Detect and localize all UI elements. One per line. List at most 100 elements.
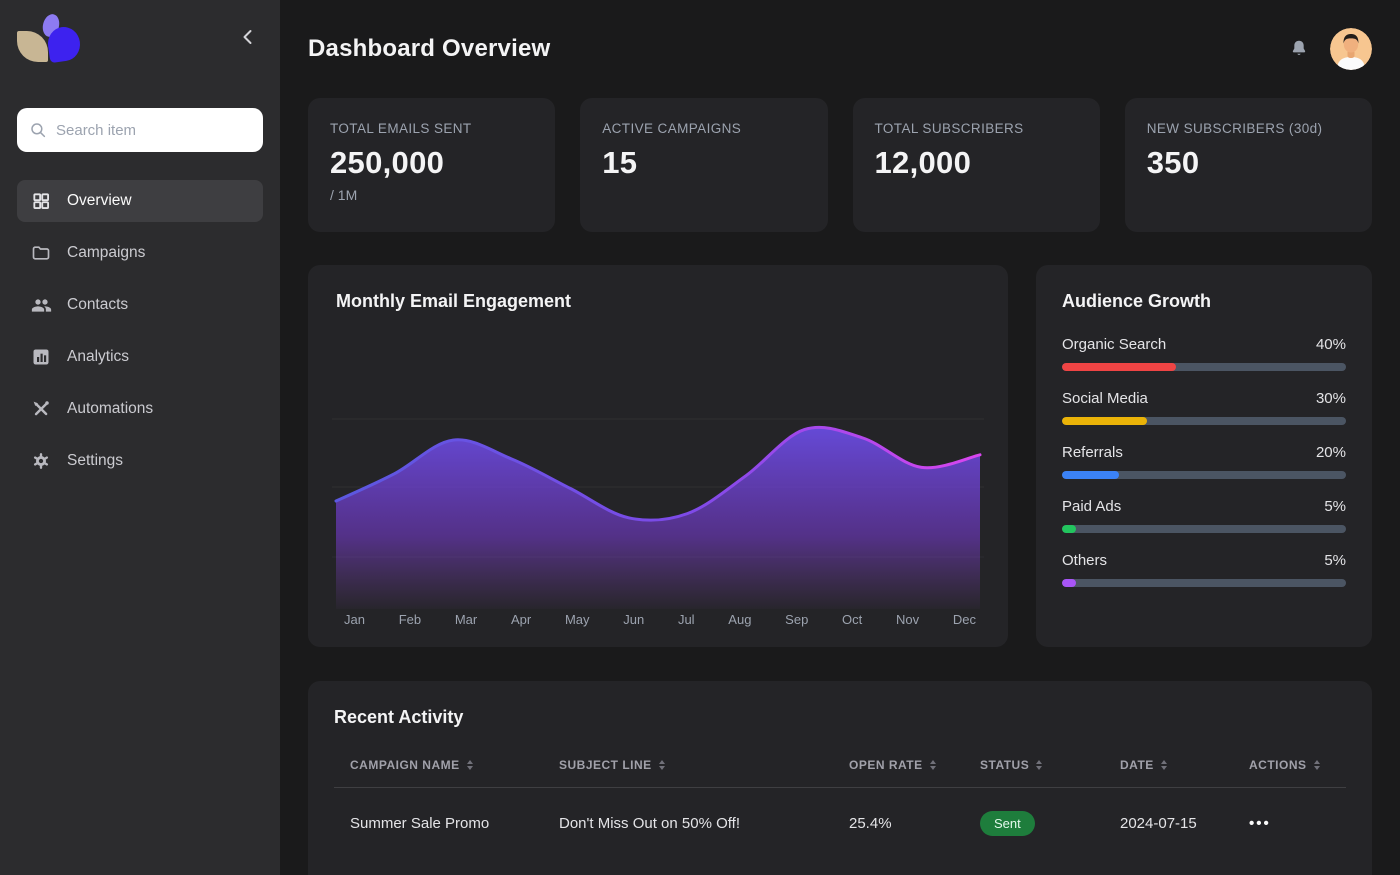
stat-value: 250,000: [330, 145, 533, 181]
audience-percent: 5%: [1324, 552, 1346, 569]
engagement-chart-card: Monthly Email Engagement JanFebMarAprMay…: [308, 265, 1008, 647]
audience-percent: 30%: [1316, 390, 1346, 407]
progress-fill: [1062, 363, 1176, 371]
cell-open-rate: 25.4%: [833, 815, 964, 832]
progress-fill: [1062, 471, 1119, 479]
audience-rows: Organic Search 40% Social Media30% Referr…: [1062, 336, 1346, 587]
sidebar: Overview Campaigns Contacts Analytics Au…: [0, 0, 280, 875]
sort-icon: [1161, 760, 1167, 770]
stat-label: TOTAL SUBSCRIBERS: [875, 121, 1078, 136]
column-header-open-rate[interactable]: OPEN RATE: [833, 758, 964, 772]
sidebar-item-campaigns[interactable]: Campaigns: [17, 232, 263, 274]
grid-icon: [30, 190, 52, 212]
month-label: Aug: [728, 612, 751, 627]
middle-row: Monthly Email Engagement JanFebMarAprMay…: [308, 265, 1372, 647]
sidebar-item-automations[interactable]: Automations: [17, 388, 263, 430]
user-avatar[interactable]: [1330, 28, 1372, 70]
audience-label: Referrals: [1062, 444, 1123, 461]
sidebar-item-label: Automations: [67, 400, 153, 418]
brand-logo: [17, 12, 263, 72]
sort-icon: [1314, 760, 1320, 770]
sidebar-item-settings[interactable]: Settings: [17, 440, 263, 482]
month-label: Sep: [785, 612, 808, 627]
audience-row-organic-search: Organic Search 40%: [1062, 336, 1346, 371]
engagement-area-chart: [332, 384, 984, 609]
sidebar-item-analytics[interactable]: Analytics: [17, 336, 263, 378]
sidebar-nav: Overview Campaigns Contacts Analytics Au…: [17, 180, 263, 482]
column-header-status[interactable]: STATUS: [964, 758, 1104, 772]
progress-track: [1062, 417, 1346, 425]
bar-chart-icon: [30, 346, 52, 368]
top-bar-actions: [1288, 28, 1372, 70]
audience-row-others: Others 5%: [1062, 552, 1346, 587]
month-label: Dec: [953, 612, 976, 627]
sort-icon: [1036, 760, 1042, 770]
month-label: Nov: [896, 612, 919, 627]
main-content: Dashboard Overview: [280, 0, 1400, 875]
stat-value: 350: [1147, 145, 1350, 181]
audience-percent: 40%: [1316, 336, 1346, 353]
progress-track: [1062, 363, 1346, 371]
audience-percent: 20%: [1316, 444, 1346, 461]
audience-label: Others: [1062, 552, 1107, 569]
column-header-actions[interactable]: ACTIONS: [1233, 758, 1346, 772]
users-icon: [30, 294, 52, 316]
progress-fill: [1062, 579, 1076, 587]
stat-value: 12,000: [875, 145, 1078, 181]
stat-label: ACTIVE CAMPAIGNS: [602, 121, 805, 136]
stat-subtext: / 1M: [330, 187, 533, 203]
month-label: Feb: [399, 612, 421, 627]
sidebar-item-label: Analytics: [67, 348, 129, 366]
audience-row-social-media: Social Media30%: [1062, 390, 1346, 425]
chart-x-labels: JanFebMarAprMayJunJulAugSepOctNovDec: [332, 612, 984, 627]
audience-label: Paid Ads: [1062, 498, 1121, 515]
audience-label: Organic Search: [1062, 336, 1166, 353]
logo-leaf-shape: [17, 31, 48, 62]
progress-track: [1062, 579, 1346, 587]
recent-activity-card: Recent Activity CAMPAIGN NAME SUBJECT LI…: [308, 681, 1372, 875]
column-header-subject-line[interactable]: SUBJECT LINE: [543, 758, 833, 772]
stat-card-emails-sent: TOTAL EMAILS SENT 250,000 / 1M: [308, 98, 555, 232]
stat-label: TOTAL EMAILS SENT: [330, 121, 533, 136]
stats-row: TOTAL EMAILS SENT 250,000 / 1M ACTIVE CA…: [308, 98, 1372, 232]
folder-icon: [30, 242, 52, 264]
column-header-campaign-name[interactable]: CAMPAIGN NAME: [334, 758, 543, 772]
gear-icon: [30, 450, 52, 472]
progress-track: [1062, 471, 1346, 479]
table-row: Summer Sale Promo Don't Miss Out on 50% …: [334, 788, 1346, 859]
audience-percent: 5%: [1324, 498, 1346, 515]
stat-label: NEW SUBSCRIBERS (30d): [1147, 121, 1350, 136]
cell-date: 2024-07-15: [1104, 815, 1233, 832]
more-actions-icon[interactable]: •••: [1249, 815, 1271, 832]
chevron-left-icon: [241, 29, 253, 45]
stat-card-active-campaigns: ACTIVE CAMPAIGNS 15: [580, 98, 827, 232]
notifications-button[interactable]: [1288, 37, 1310, 61]
sidebar-item-label: Campaigns: [67, 244, 145, 262]
stat-card-new-subscribers: NEW SUBSCRIBERS (30d) 350: [1125, 98, 1372, 232]
audience-row-referrals: Referrals 20%: [1062, 444, 1346, 479]
table-header: CAMPAIGN NAME SUBJECT LINE OPEN RATE STA…: [334, 758, 1346, 772]
progress-track: [1062, 525, 1346, 533]
column-header-date[interactable]: DATE: [1104, 758, 1233, 772]
sidebar-search: [17, 108, 263, 152]
sort-icon: [467, 760, 473, 770]
chart-area-fill: [336, 427, 980, 609]
audience-growth-card: Audience Growth Organic Search40% Social…: [1036, 265, 1372, 647]
month-label: Apr: [511, 612, 531, 627]
sidebar-item-overview[interactable]: Overview: [17, 180, 263, 222]
sort-icon: [659, 760, 665, 770]
top-bar: Dashboard Overview: [308, 0, 1372, 70]
cell-campaign-name: Summer Sale Promo: [334, 815, 543, 832]
chart-title: Monthly Email Engagement: [332, 291, 984, 312]
search-input[interactable]: [56, 122, 255, 139]
sort-icon: [930, 760, 936, 770]
sidebar-item-label: Settings: [67, 452, 123, 470]
progress-fill: [1062, 417, 1147, 425]
audience-row-paid-ads: Paid Ads 5%: [1062, 498, 1346, 533]
stat-card-total-subscribers: TOTAL SUBSCRIBERS 12,000: [853, 98, 1100, 232]
sidebar-item-contacts[interactable]: Contacts: [17, 284, 263, 326]
month-label: Oct: [842, 612, 862, 627]
month-label: Jul: [678, 612, 695, 627]
month-label: May: [565, 612, 590, 627]
sidebar-collapse-button[interactable]: [236, 26, 258, 48]
